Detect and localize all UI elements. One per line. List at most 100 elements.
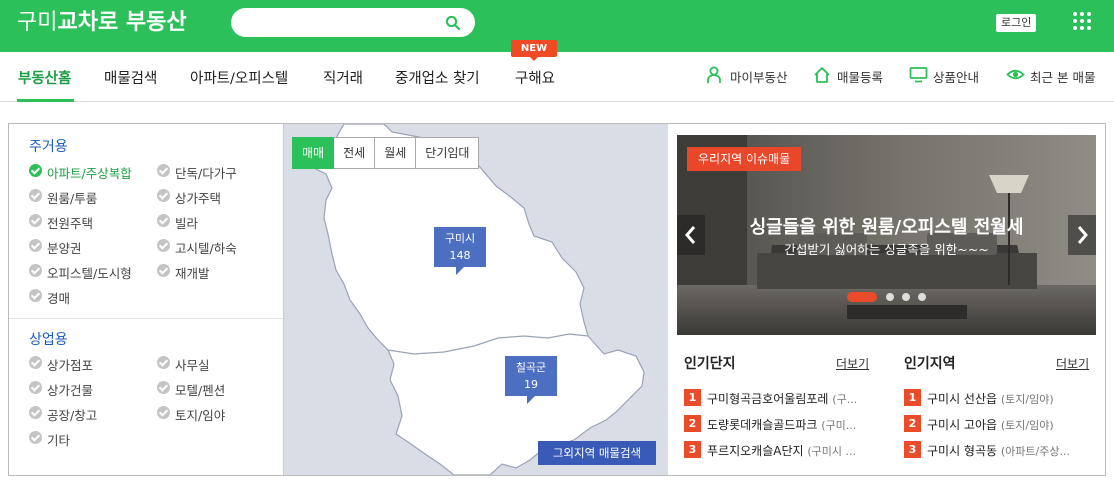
region-category: (토지/임야) xyxy=(1000,393,1054,406)
option-label: 고시텔/하숙 xyxy=(175,241,237,256)
eye-icon xyxy=(1006,69,1025,80)
region-map-shape xyxy=(313,124,645,475)
tab-monthly[interactable]: 월세 xyxy=(375,137,417,169)
check-icon xyxy=(29,164,42,177)
check-icon xyxy=(29,406,42,419)
check-icon xyxy=(29,264,42,277)
marker-region-name: 칠곡군 xyxy=(515,361,547,374)
pagination-dot[interactable] xyxy=(886,293,894,301)
search-icon[interactable] xyxy=(445,15,461,31)
chevron-left-icon xyxy=(685,226,696,244)
complex-location: (구미... xyxy=(821,419,857,432)
rank-number: 1 xyxy=(904,389,921,406)
option-label: 경매 xyxy=(47,291,71,306)
marker-region-name: 구미시 xyxy=(444,232,476,245)
check-icon xyxy=(157,406,170,419)
map-marker-chilgok[interactable]: 칠곡군 19 xyxy=(505,356,557,404)
pagination-dot[interactable] xyxy=(918,293,926,301)
option-label: 모텔/펜션 xyxy=(175,383,226,398)
check-icon xyxy=(157,189,170,202)
check-icon xyxy=(157,164,170,177)
option-label: 상가점포 xyxy=(47,358,94,373)
check-icon xyxy=(157,239,170,252)
option-label: 공장/창고 xyxy=(47,408,98,423)
banner-tag: 우리지역 이슈매물 xyxy=(687,147,802,171)
complex-location: (구미시 ... xyxy=(807,445,856,458)
nav-item-direct-deal[interactable]: 직거래 xyxy=(323,67,363,88)
check-icon xyxy=(157,214,170,227)
option-label: 원룸/투룸 xyxy=(47,191,98,206)
option-label: 단독/다가구 xyxy=(175,166,237,181)
check-icon xyxy=(29,356,42,369)
product-info-label: 상품안내 xyxy=(933,70,980,85)
banner-prev-button[interactable] xyxy=(677,215,705,255)
site-logo[interactable]: 구미교차로 부동산 xyxy=(17,9,187,37)
marker-pointer xyxy=(527,396,535,404)
region-name: 구미시 선산읍 xyxy=(927,392,998,406)
option-label: 아파트/주상복합 xyxy=(47,166,132,181)
nav-item-apartment[interactable]: 아파트/오피스텔 xyxy=(190,67,288,88)
popular-complex-more-link[interactable]: 더보기 xyxy=(836,355,869,372)
rank-number: 2 xyxy=(904,415,921,432)
option-label: 사무실 xyxy=(175,358,210,373)
option-label: 전원주택 xyxy=(47,216,94,231)
check-icon xyxy=(157,381,170,394)
nav-item-wanted[interactable]: 구해요 xyxy=(515,67,555,88)
nav-item-agency[interactable]: 중개업소 찾기 xyxy=(395,67,480,88)
rank-number: 3 xyxy=(684,441,701,458)
app-menu-icon[interactable] xyxy=(1073,12,1091,30)
tab-jeonse[interactable]: 전세 xyxy=(334,137,376,169)
pagination-dot[interactable] xyxy=(902,293,910,301)
top-bar: 구미교차로 부동산 로그인 xyxy=(0,0,1114,52)
complex-name: 푸르지오캐슬A단지 xyxy=(707,444,804,458)
login-button[interactable]: 로그인 xyxy=(996,14,1037,32)
complex-name: 도량롯데캐슬골드파크 xyxy=(707,418,818,432)
logo-brand: 교차로 부동산 xyxy=(57,10,187,35)
listing-register-label: 매물등록 xyxy=(837,70,884,85)
marker-count: 148 xyxy=(449,249,471,262)
option-label: 기타 xyxy=(47,433,71,448)
option-label: 상가주택 xyxy=(175,191,222,206)
chevron-right-icon xyxy=(1077,226,1088,244)
person-icon xyxy=(707,66,721,83)
option-label: 토지/임야 xyxy=(175,408,226,423)
banner-title: 싱글들을 위한 원룸/오피스텔 전월세 xyxy=(749,217,1024,238)
popular-region-more-link[interactable]: 더보기 xyxy=(1056,355,1089,372)
check-icon xyxy=(157,356,170,369)
tab-short-term[interactable]: 단기임대 xyxy=(416,137,480,169)
region-map[interactable]: 매매 전세 월세 단기임대 구미시 148 칠곡군 19 그외지역 매물검색 xyxy=(284,124,668,475)
complex-name: 구미형곡금호어울림포레 xyxy=(707,392,829,406)
deal-type-tabs: 매매 전세 월세 단기임대 xyxy=(292,137,480,169)
check-icon xyxy=(29,239,42,252)
my-realestate-label: 마이부동산 xyxy=(730,70,788,85)
popular-region-title: 인기지역 xyxy=(904,356,956,372)
check-icon xyxy=(29,431,42,444)
check-icon xyxy=(29,289,42,302)
popular-complex-title: 인기단지 xyxy=(684,356,736,372)
house-icon xyxy=(814,67,830,83)
pagination-dot-active[interactable] xyxy=(847,292,877,302)
search-input[interactable] xyxy=(231,8,475,37)
check-icon xyxy=(157,264,170,277)
rank-number: 2 xyxy=(684,415,701,432)
option-label: 빌라 xyxy=(175,216,199,231)
option-label: 분양권 xyxy=(47,241,82,256)
nav-item-home[interactable]: 부동산홈 xyxy=(18,67,71,88)
other-region-search-button[interactable]: 그외지역 매물검색 xyxy=(538,441,656,465)
check-icon xyxy=(29,189,42,202)
main-nav: 부동산홈 매물검색 아파트/오피스텔 직거래 중개업소 찾기 구해요 NEW 마… xyxy=(0,40,1114,102)
map-marker-gumi[interactable]: 구미시 148 xyxy=(434,227,486,275)
featured-banner[interactable]: 우리지역 이슈매물 싱글들을 위한 원룸/오피스텔 전월세 간섭받기 싫어하는 … xyxy=(677,135,1096,335)
complex-location: (구... xyxy=(832,393,858,406)
banner-next-button[interactable] xyxy=(1068,215,1096,255)
region-category: (토지/임야) xyxy=(1000,419,1054,432)
option-label: 상가건물 xyxy=(47,383,94,398)
residential-title: 주거용 xyxy=(29,139,68,155)
tab-sale[interactable]: 매매 xyxy=(292,137,335,169)
check-icon xyxy=(29,381,42,394)
recently-viewed-label: 최근 본 매물 xyxy=(1030,70,1096,85)
banner-subtitle: 간섭받기 싫어하는 싱글족을 위한~~~ xyxy=(784,242,989,257)
option-label: 오피스텔/도시형 xyxy=(47,266,132,281)
region-name: 구미시 고아읍 xyxy=(927,418,998,432)
nav-item-search[interactable]: 매물검색 xyxy=(104,67,157,88)
